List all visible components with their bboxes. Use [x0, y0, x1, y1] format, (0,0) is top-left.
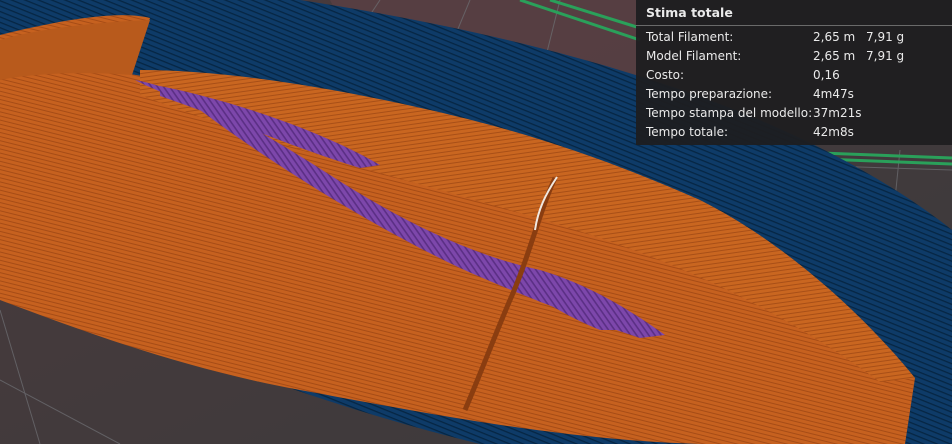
stat-value: 42m8s: [813, 125, 854, 139]
stat-weight: 7,91 g: [866, 49, 905, 63]
stat-value: 0,16: [813, 68, 840, 82]
stat-row-cost: Costo: 0,16: [636, 66, 952, 85]
stat-length: 2,65 m: [813, 49, 856, 63]
stat-label: Tempo stampa del modello:: [646, 106, 813, 120]
stat-label: Model Filament:: [646, 49, 742, 63]
stat-row-total-filament: Total Filament: 2,65 m 7,91 g: [636, 28, 952, 47]
print-estimate-panel: Stima totale Total Filament: 2,65 m 7,91…: [636, 0, 952, 145]
stat-row-total-time: Tempo totale: 42m8s: [636, 123, 952, 142]
gcode-preview-viewport[interactable]: Stima totale Total Filament: 2,65 m 7,91…: [0, 0, 952, 444]
stat-value: 37m21s: [813, 106, 862, 120]
stat-label: Tempo preparazione:: [646, 87, 773, 101]
stat-length: 2,65 m: [813, 30, 856, 44]
stat-row-prepare-time: Tempo preparazione: 4m47s: [636, 85, 952, 104]
stat-row-model-filament: Model Filament: 2,65 m 7,91 g: [636, 47, 952, 66]
stat-weight: 7,91 g: [866, 30, 905, 44]
stat-label: Tempo totale:: [646, 125, 729, 139]
stat-row-model-print-time: Tempo stampa del modello: 37m21s: [636, 104, 952, 123]
stat-label: Costo:: [646, 68, 685, 82]
estimate-title: Stima totale: [636, 0, 952, 26]
stat-label: Total Filament:: [646, 30, 734, 44]
stat-value: 4m47s: [813, 87, 854, 101]
estimate-rows: Total Filament: 2,65 m 7,91 g Model Fila…: [636, 26, 952, 142]
